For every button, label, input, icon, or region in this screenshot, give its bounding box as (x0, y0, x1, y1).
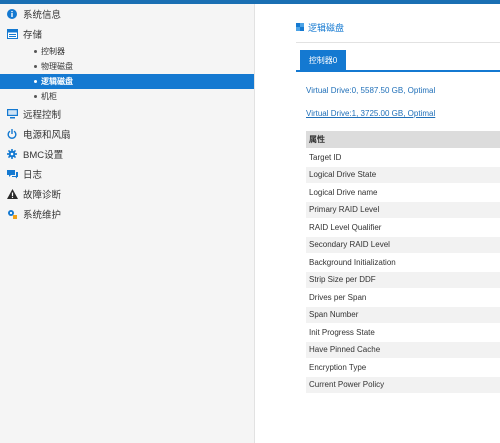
table-row: Current Power Policy (306, 376, 500, 394)
sidebar-item-maintenance[interactable]: 系统维护 (0, 204, 254, 224)
bullet-icon (34, 50, 37, 53)
sidebar-item-diagnosis[interactable]: 故障诊断 (0, 184, 254, 204)
sidebar-subitem-label: 机柜 (41, 92, 57, 101)
tab-controller-0[interactable]: 控制器0 (300, 50, 346, 70)
virtual-drive-1-link[interactable]: Virtual Drive:1, 3725.00 GB, Optimal (306, 109, 435, 118)
bullet-icon (34, 95, 37, 98)
sidebar-subitem-label: 控制器 (41, 47, 65, 56)
properties-table: 属性 Target ID Logical Drive State Logical… (306, 131, 500, 394)
sidebar-item-label: 电源和风扇 (23, 130, 71, 141)
sidebar: 系统信息 存储 控制器 物理磁盘 逻辑磁盘 机柜 远程控制 电源和风扇 BMC设… (0, 4, 255, 443)
table-row: Drives per Span (306, 288, 500, 307)
sidebar-item-label: 系统维护 (23, 210, 62, 221)
sidebar-item-bmc-settings[interactable]: BMC设置 (0, 144, 254, 164)
table-row: Encryption Type (306, 358, 500, 377)
table-row: Init Progress State (306, 323, 500, 342)
power-icon (6, 128, 18, 140)
grid-icon (296, 23, 304, 31)
main-content: 逻辑磁盘 控制器0 Virtual Drive:0, 5587.50 GB, O… (256, 4, 500, 443)
warning-icon (6, 188, 18, 200)
log-icon (6, 168, 18, 180)
table-row: Secondary RAID Level (306, 236, 500, 254)
table-row: Span Number (306, 306, 500, 324)
sidebar-subitem-physical-disk[interactable]: 物理磁盘 (0, 59, 254, 74)
info-icon (6, 8, 18, 20)
table-row: Target ID (306, 148, 500, 167)
table-row: Strip Size per DDF (306, 271, 500, 289)
table-row: Have Pinned Cache (306, 341, 500, 359)
storage-icon (6, 28, 18, 40)
page-title-text: 逻辑磁盘 (308, 22, 345, 33)
tab-divider (296, 70, 500, 72)
sidebar-subitem-label: 物理磁盘 (41, 62, 73, 71)
page-title: 逻辑磁盘 (296, 20, 344, 34)
remote-control-icon (6, 108, 18, 120)
gear-icon (6, 148, 18, 160)
title-divider (296, 42, 500, 43)
sidebar-item-log[interactable]: 日志 (0, 164, 254, 184)
sidebar-item-label: 故障诊断 (23, 190, 62, 201)
bullet-icon (34, 80, 37, 83)
sidebar-subitem-enclosure[interactable]: 机柜 (0, 89, 254, 104)
table-row: Logical Drive name (306, 183, 500, 202)
table-header: 属性 (306, 131, 500, 149)
table-row: Primary RAID Level (306, 201, 500, 219)
table-row: Logical Drive State (306, 166, 500, 184)
maintenance-icon (6, 208, 18, 220)
sidebar-subitem-logical-disk[interactable]: 逻辑磁盘 (0, 74, 254, 89)
sidebar-item-power-fan[interactable]: 电源和风扇 (0, 124, 254, 144)
sidebar-item-label: 存储 (23, 30, 43, 41)
sidebar-item-storage[interactable]: 存储 (0, 24, 254, 44)
sidebar-item-label: 系统信息 (23, 10, 62, 21)
sidebar-subitem-label: 逻辑磁盘 (41, 77, 73, 86)
sidebar-item-label: 远程控制 (23, 110, 62, 121)
sidebar-subitem-controller[interactable]: 控制器 (0, 44, 254, 59)
virtual-drive-0-link[interactable]: Virtual Drive:0, 5587.50 GB, Optimal (306, 86, 435, 95)
table-row: RAID Level Qualifier (306, 218, 500, 237)
table-row: Background Initialization (306, 253, 500, 272)
sidebar-item-label: BMC设置 (23, 150, 64, 161)
bullet-icon (34, 65, 37, 68)
sidebar-item-system-info[interactable]: 系统信息 (0, 4, 254, 24)
sidebar-item-label: 日志 (23, 170, 43, 181)
sidebar-item-remote-control[interactable]: 远程控制 (0, 104, 254, 124)
